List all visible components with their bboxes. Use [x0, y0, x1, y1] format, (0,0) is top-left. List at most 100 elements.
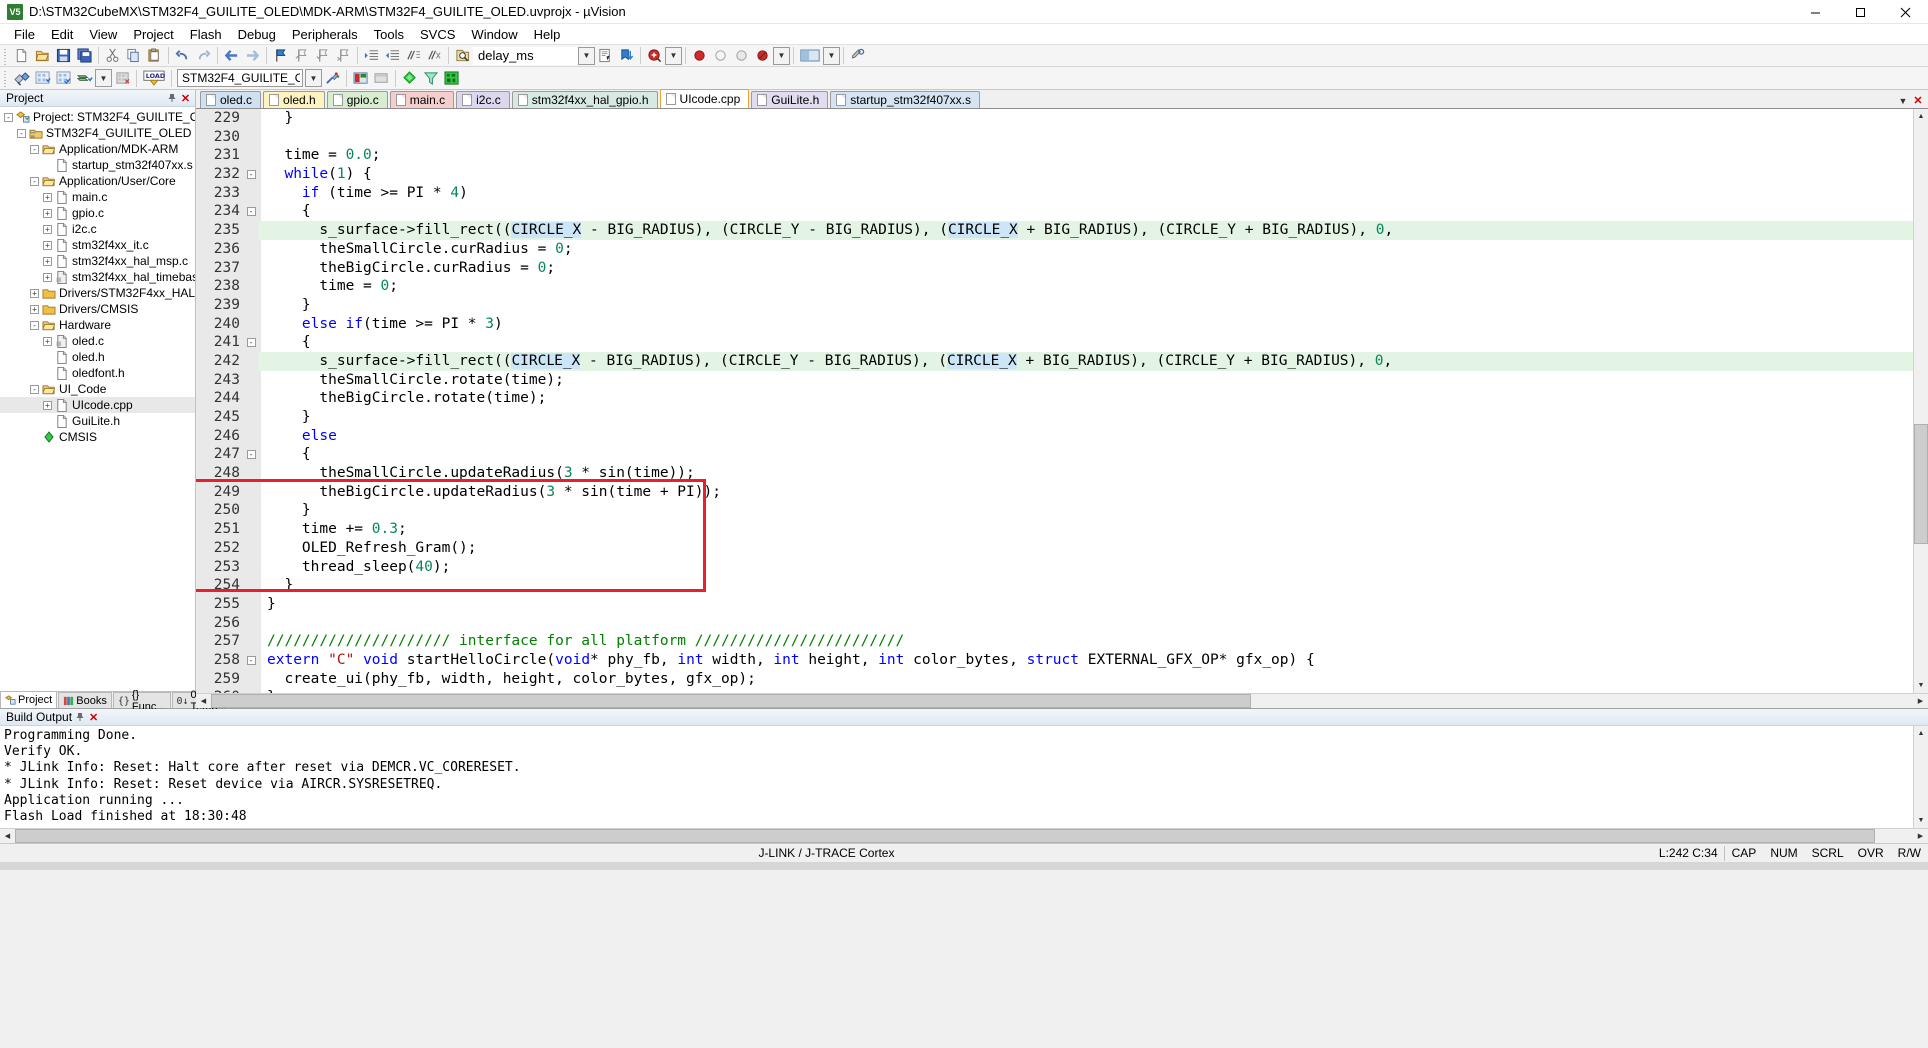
editor-tab[interactable]: UIcode.cpp — [660, 89, 750, 108]
indent-left-icon[interactable] — [382, 46, 403, 66]
menu-svcs[interactable]: SVCS — [412, 24, 463, 45]
code-scroll-region[interactable]: 229 }230231 time = 0.0;232- while(1) {23… — [196, 109, 1913, 693]
packs-grid-icon[interactable] — [441, 68, 462, 88]
tree-item[interactable]: +stm32f4xx_it.c — [0, 237, 195, 253]
comment-lines-icon[interactable] — [403, 46, 424, 66]
debug-session-icon[interactable] — [644, 46, 665, 66]
scroll-left-icon[interactable]: ◀ — [196, 694, 211, 708]
code-line[interactable]: 259 create_ui(phy_fb, width, height, col… — [196, 670, 1913, 689]
menu-help[interactable]: Help — [526, 24, 569, 45]
project-panel-tab[interactable]: Project — [0, 691, 57, 708]
close-document-icon[interactable]: ✕ — [1912, 94, 1924, 107]
code-line[interactable]: 234- { — [196, 202, 1913, 221]
cut-icon[interactable] — [102, 46, 123, 66]
tree-item[interactable]: oledfont.h — [0, 365, 195, 381]
manage-run-time-environment-icon[interactable] — [371, 68, 392, 88]
code-line[interactable]: 248 theSmallCircle.updateRadius(3 * sin(… — [196, 464, 1913, 483]
editor-tab[interactable]: i2c.c — [456, 91, 510, 108]
project-panel-tab[interactable]: {}{} Func... — [113, 692, 171, 708]
build-dropdown-icon[interactable]: ▼ — [95, 69, 112, 87]
breakpoint-dropdown-icon[interactable]: ▼ — [773, 47, 790, 65]
editor-tab[interactable]: oled.c — [200, 91, 261, 108]
menu-project[interactable]: Project — [125, 24, 181, 45]
project-panel-tab[interactable]: Books — [58, 692, 112, 708]
editor-tab[interactable]: gpio.c — [327, 91, 388, 108]
menu-window[interactable]: Window — [463, 24, 525, 45]
window-layout-dropdown-icon[interactable]: ▼ — [823, 47, 840, 65]
code-line[interactable]: 250 } — [196, 501, 1913, 520]
manage-project-items-icon[interactable] — [350, 68, 371, 88]
configure-toolbar-icon[interactable] — [847, 46, 868, 66]
tree-item[interactable]: +oled.c — [0, 333, 195, 349]
next-bookmark-icon[interactable] — [312, 46, 333, 66]
tree-expander-icon[interactable]: + — [41, 205, 54, 221]
insert-breakpoint-icon[interactable] — [689, 46, 710, 66]
tree-item[interactable]: GuiLite.h — [0, 413, 195, 429]
tree-item[interactable]: +Drivers/CMSIS — [0, 301, 195, 317]
tree-item[interactable]: -Application/MDK-ARM — [0, 141, 195, 157]
close-panel-icon[interactable]: ✕ — [179, 92, 192, 105]
code-lines[interactable]: 229 }230231 time = 0.0;232- while(1) {23… — [196, 109, 1913, 693]
tree-item[interactable]: -STM32F4_GUILITE_OLED — [0, 125, 195, 141]
code-line[interactable]: 229 } — [196, 109, 1913, 128]
scroll-up-icon[interactable]: ▲ — [1914, 726, 1928, 741]
insert-bookmark-icon[interactable] — [616, 46, 637, 66]
stop-build-icon[interactable] — [112, 68, 133, 88]
debug-dropdown-icon[interactable]: ▼ — [665, 47, 682, 65]
enable-breakpoint-icon[interactable] — [752, 46, 773, 66]
browse-symbols-icon[interactable] — [595, 46, 616, 66]
fold-toggle-icon[interactable]: - — [244, 656, 258, 665]
build-vertical-scrollbar[interactable]: ▲ ▼ — [1913, 726, 1928, 828]
tree-item[interactable]: -Application/User/Core — [0, 173, 195, 189]
code-line[interactable]: 257///////////////////// interface for a… — [196, 632, 1913, 651]
code-editor[interactable]: 229 }230231 time = 0.0;232- while(1) {23… — [196, 109, 1928, 693]
paste-icon[interactable] — [144, 46, 165, 66]
save-icon[interactable] — [53, 46, 74, 66]
batch-build-icon[interactable] — [74, 68, 95, 88]
save-all-icon[interactable] — [74, 46, 95, 66]
code-line[interactable]: 244 theBigCircle.rotate(time); — [196, 389, 1913, 408]
code-line[interactable]: 255} — [196, 595, 1913, 614]
previous-bookmark-icon[interactable] — [291, 46, 312, 66]
code-line[interactable]: 254 } — [196, 576, 1913, 595]
code-line[interactable]: 238 time = 0; — [196, 277, 1913, 296]
pack-installer-icon[interactable] — [399, 68, 420, 88]
tree-expander-icon[interactable]: + — [41, 397, 54, 413]
tree-expander-icon[interactable]: + — [28, 301, 41, 317]
build-target-icon[interactable] — [32, 68, 53, 88]
scroll-down-icon[interactable]: ▼ — [1914, 813, 1928, 828]
code-line[interactable]: 235 s_surface->fill_rect((CIRCLE_X - BIG… — [196, 221, 1913, 240]
search-input[interactable]: delay_ms — [473, 47, 578, 65]
navigate-forward-icon[interactable] — [242, 46, 263, 66]
pin-icon[interactable] — [165, 92, 178, 105]
menu-view[interactable]: View — [81, 24, 125, 45]
rebuild-all-icon[interactable] — [53, 68, 74, 88]
tree-expander-icon[interactable]: - — [28, 173, 41, 189]
tree-item[interactable]: +i2c.c — [0, 221, 195, 237]
tree-expander-icon[interactable]: - — [2, 109, 15, 125]
tree-item[interactable]: -Project: STM32F4_GUILITE_OLED — [0, 109, 195, 125]
fold-toggle-icon[interactable]: - — [244, 207, 258, 216]
code-line[interactable]: 246 else — [196, 427, 1913, 446]
code-line[interactable]: 242 s_surface->fill_rect((CIRCLE_X - BIG… — [196, 352, 1913, 371]
tree-expander-icon[interactable]: + — [41, 333, 54, 349]
open-file-icon[interactable] — [32, 46, 53, 66]
new-file-icon[interactable] — [11, 46, 32, 66]
scroll-down-icon[interactable]: ▼ — [1914, 678, 1928, 693]
tree-item[interactable]: CMSIS — [0, 429, 195, 445]
menu-file[interactable]: File — [6, 24, 43, 45]
tree-item[interactable]: startup_stm32f407xx.s — [0, 157, 195, 173]
close-button[interactable] — [1883, 0, 1928, 24]
toggle-bookmark-icon[interactable] — [270, 46, 291, 66]
tree-item[interactable]: +UIcode.cpp — [0, 397, 195, 413]
search-dropdown-icon[interactable]: ▼ — [578, 47, 595, 65]
build-output-body[interactable]: Programming Done. Verify OK. * JLink Inf… — [0, 726, 1928, 828]
code-line[interactable]: 237 theBigCircle.curRadius = 0; — [196, 259, 1913, 278]
configuration-wizard-icon[interactable] — [797, 46, 823, 66]
tree-expander-icon[interactable]: - — [28, 317, 41, 333]
code-line[interactable]: 240 else if(time >= PI * 3) — [196, 315, 1913, 334]
pin-icon[interactable] — [73, 711, 86, 724]
filter-icon[interactable] — [420, 68, 441, 88]
copy-icon[interactable] — [123, 46, 144, 66]
tree-expander-icon[interactable]: + — [28, 285, 41, 301]
